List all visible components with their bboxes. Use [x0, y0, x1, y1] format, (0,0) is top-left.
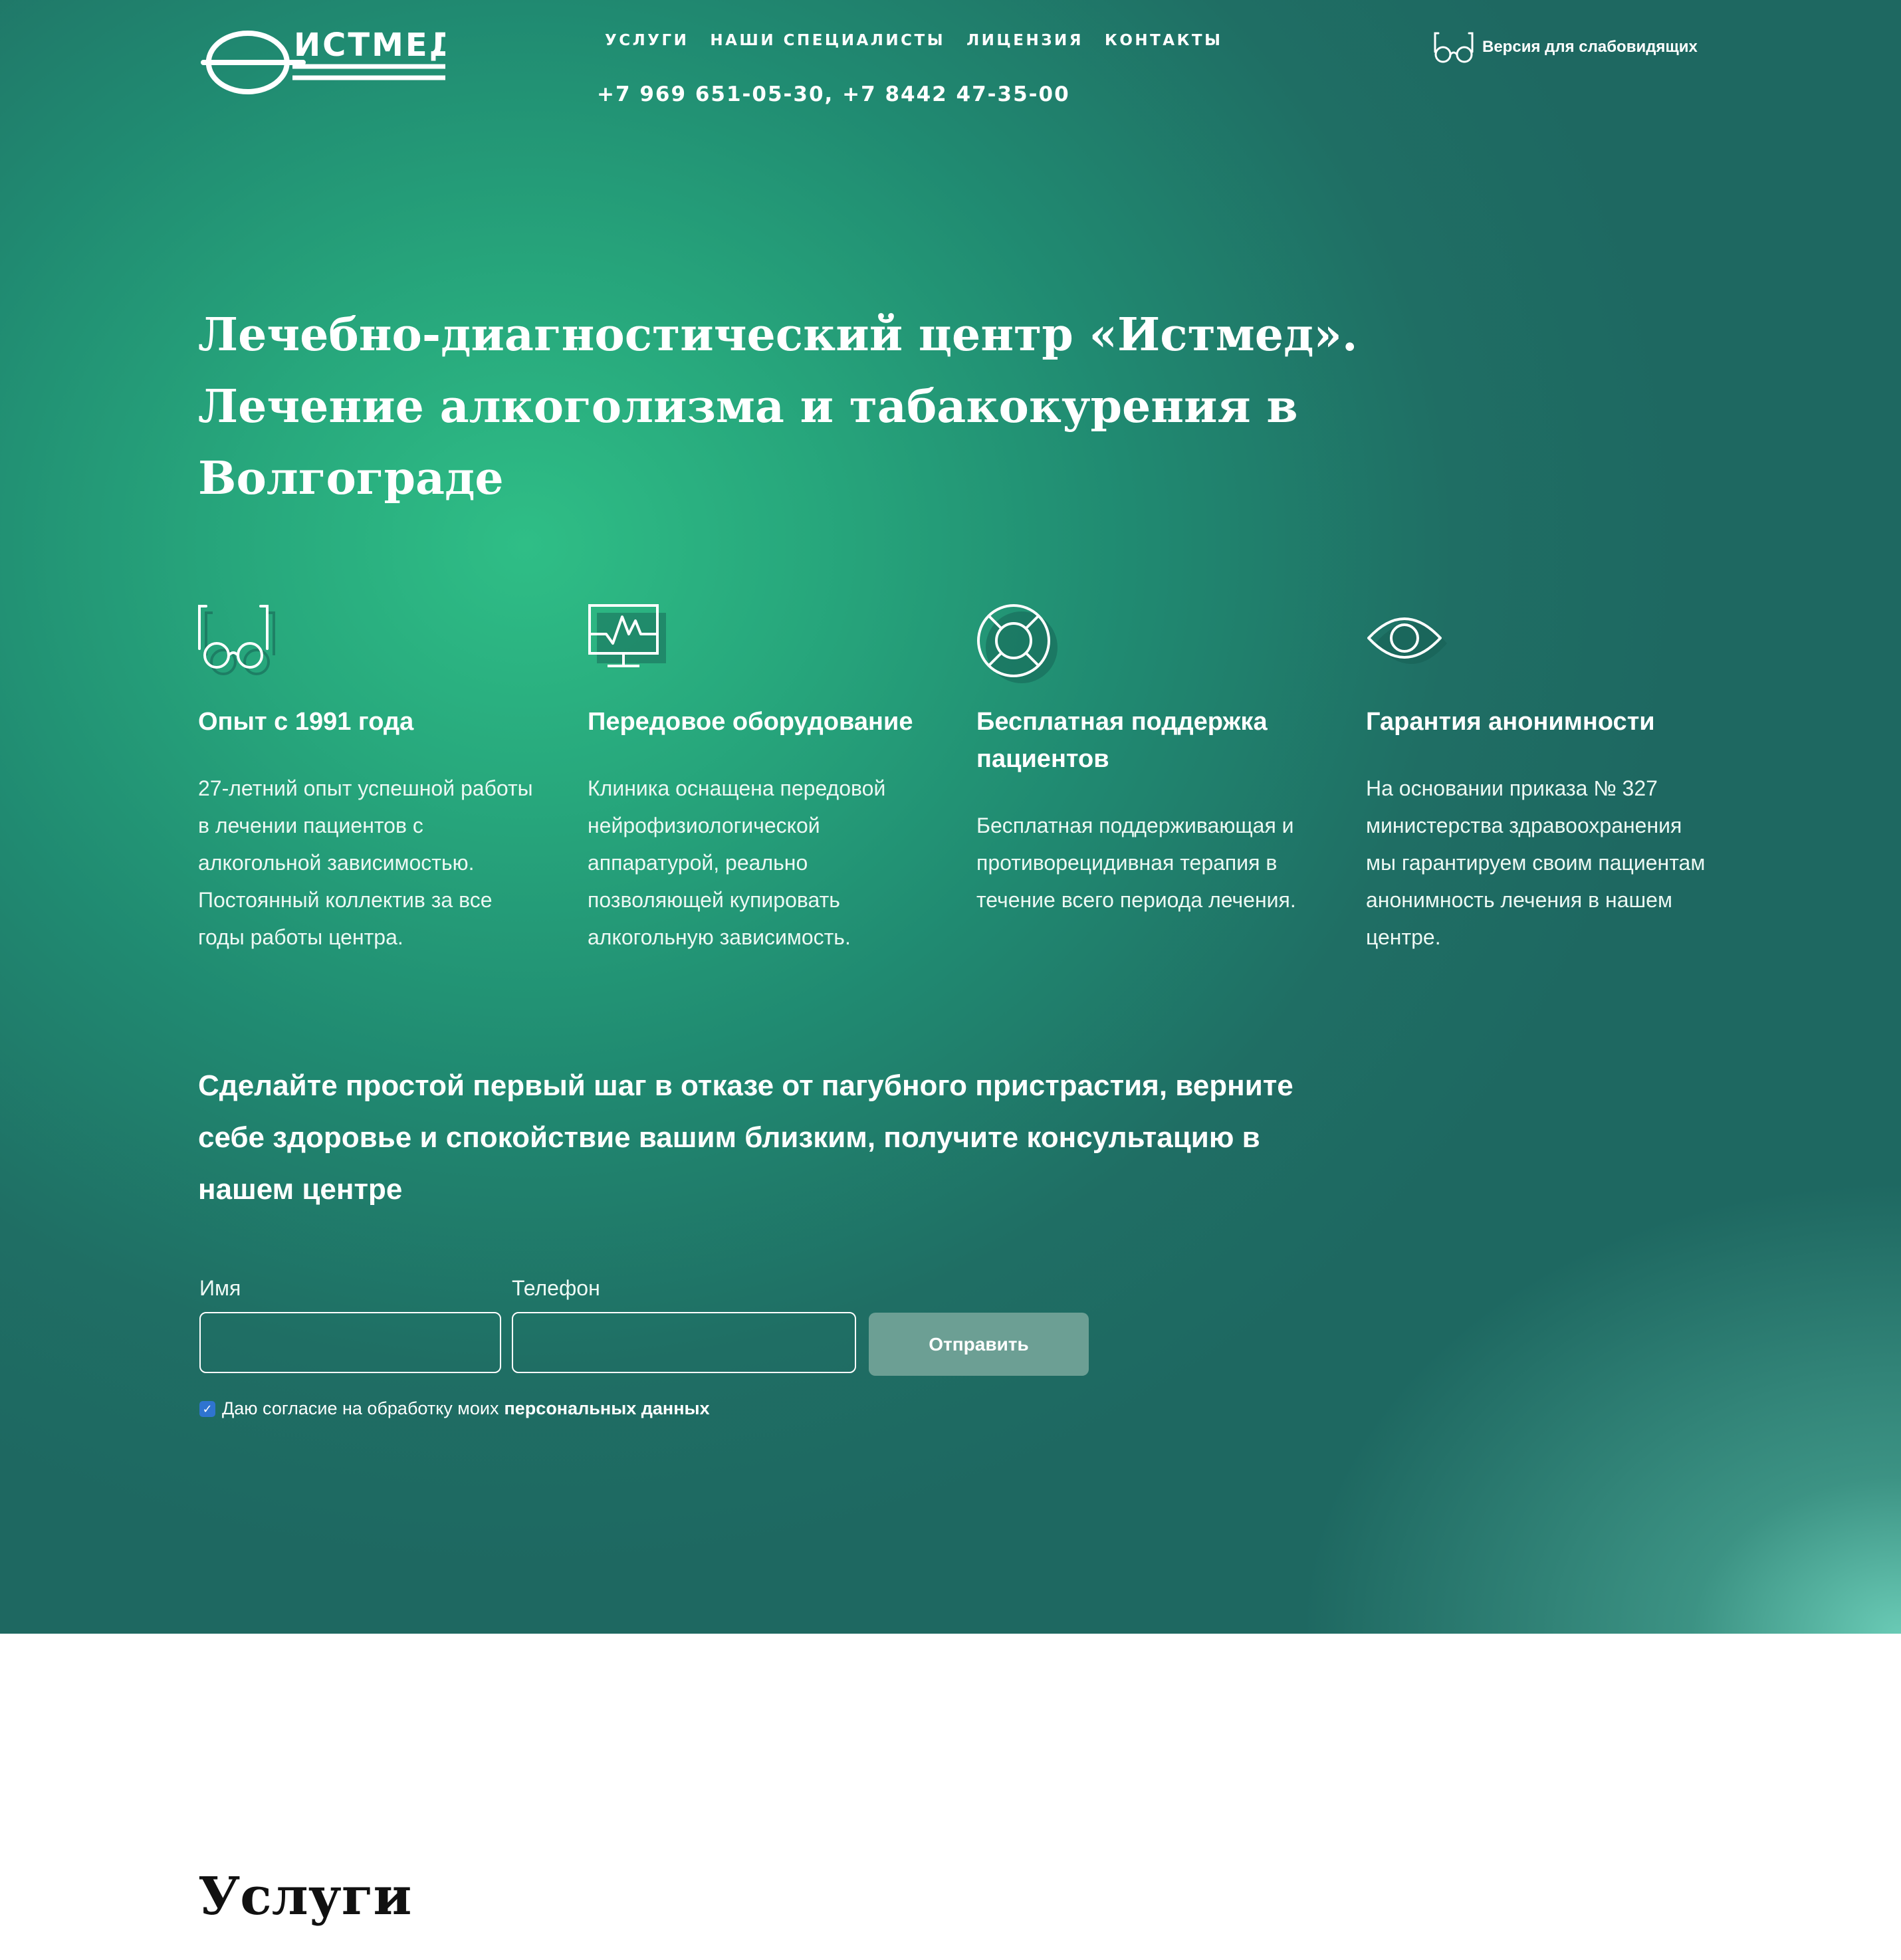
cta-text: Сделайте простой первый шаг в отказе от …	[198, 1069, 1293, 1206]
page-title: Лечебно-диагностический центр «Истмед». …	[198, 308, 1358, 505]
main-nav: УСЛУГИ НАШИ СПЕЦИАЛИСТЫ ЛИЦЕНЗИЯ КОНТАКТ…	[605, 32, 1244, 49]
feature-title: Гарантия анонимности	[1366, 708, 1655, 736]
personal-data-link[interactable]: персональных данных	[504, 1398, 709, 1419]
logo[interactable]: ИСТМЕД	[198, 25, 457, 100]
consent-checkbox[interactable]: ✓	[199, 1400, 215, 1417]
feature-experience: Опыт с 1991 года 27-летний опыт успешной…	[198, 603, 544, 949]
accessibility-version-link[interactable]: Версия для слабовидящих	[1433, 31, 1698, 64]
name-input[interactable]	[199, 1312, 501, 1373]
feature-text: 27-летний опыт успешной работы в лечении…	[198, 776, 533, 949]
lifebuoy-icon	[977, 604, 1058, 683]
feature-equipment: Передовое оборудование Клиника оснащена …	[588, 603, 933, 949]
accessibility-version-label: Версия для слабовидящих	[1482, 38, 1698, 56]
nav-item-specialists[interactable]: НАШИ СПЕЦИАЛИСТЫ	[710, 32, 945, 49]
name-label: Имя	[199, 1276, 241, 1300]
phone-input[interactable]	[512, 1312, 856, 1373]
hero-section: ИСТМЕД УСЛУГИ НАШИ СПЕЦИАЛИСТЫ ЛИЦЕНЗИЯ …	[0, 0, 1901, 1634]
feature-title: Передовое оборудование	[588, 708, 913, 736]
consent-text: Даю согласие на обработку моих	[222, 1398, 499, 1418]
nav-item-services[interactable]: УСЛУГИ	[605, 32, 689, 49]
logo-text: ИСТМЕД	[294, 27, 445, 64]
feature-support: Бесплатная поддержка пациентов Бесплатна…	[976, 603, 1322, 912]
glasses-icon	[198, 605, 275, 675]
submit-button[interactable]: Отправить	[869, 1313, 1089, 1376]
feature-text: На основании приказа № 327 министерства …	[1366, 776, 1706, 949]
eye-icon	[1367, 617, 1447, 664]
nav-item-contacts[interactable]: КОНТАКТЫ	[1105, 32, 1222, 49]
feature-title: Опыт с 1991 года	[198, 708, 414, 736]
feature-text: Бесплатная поддерживающая и противорецид…	[976, 814, 1296, 912]
consent-row: ✓ Даю согласие на обработку моих персона…	[199, 1398, 710, 1419]
nav-item-license[interactable]: ЛИЦЕНЗИЯ	[966, 32, 1083, 49]
services-heading: Услуги	[198, 1866, 412, 1927]
feature-title: Бесплатная поддержка пациентов	[976, 708, 1268, 773]
feature-text: Клиника оснащена передовой нейрофизиолог…	[588, 776, 886, 949]
feature-anonymity: Гарантия анонимности На основании приказ…	[1366, 603, 1712, 949]
phone-numbers[interactable]: +7 969 651-05-30, +7 8442 47-35-00	[597, 82, 1070, 106]
logo-mark-icon: ИСТМЕД	[201, 27, 457, 94]
phone-label: Телефон	[512, 1276, 600, 1300]
glasses-icon	[1434, 32, 1474, 63]
monitor-pulse-icon	[588, 604, 666, 667]
